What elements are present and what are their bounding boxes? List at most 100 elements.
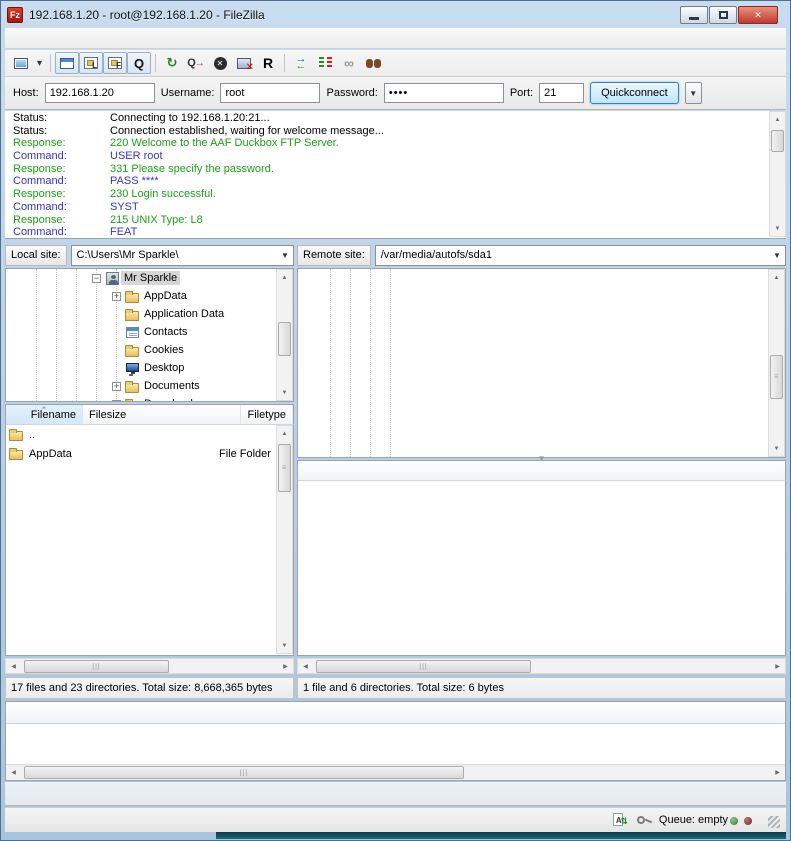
scrollbar-thumb[interactable]: ≡ — [278, 444, 291, 492]
tree-item-label: Downloads — [141, 397, 201, 402]
sync-browsing-icon[interactable] — [337, 52, 361, 74]
scroll-right-icon[interactable]: ▶ — [770, 659, 785, 674]
menu-item[interactable] — [11, 35, 27, 41]
expander-icon[interactable]: − — [92, 274, 101, 283]
local-list-vertical-scrollbar[interactable]: ▲ ▼ ≡ — [276, 425, 293, 654]
toolbar-separator[interactable] — [46, 52, 55, 74]
remote-site-combobox[interactable]: /var/media/autofs/sda1 ▼ — [375, 245, 786, 266]
titlebar[interactable]: Fz 192.168.1.20 - root@192.168.1.20 - Fi… — [3, 3, 788, 27]
remote-treeview-icon[interactable] — [103, 52, 127, 74]
message-log-icon[interactable] — [55, 52, 79, 74]
scroll-up-icon[interactable]: ▲ — [277, 426, 292, 441]
username-input[interactable] — [220, 83, 320, 103]
scroll-left-icon[interactable]: ◀ — [6, 765, 21, 780]
local-pane: Local site: C:\Users\Mr Sparkle\ ▼ − Mr … — [5, 243, 294, 699]
find-files-icon[interactable] — [361, 52, 385, 74]
folder-icon — [9, 446, 25, 461]
maximize-icon — [719, 11, 728, 19]
host-input[interactable] — [45, 83, 155, 103]
chevron-down-icon[interactable]: ▼ — [769, 246, 785, 265]
folder-icon — [125, 289, 141, 304]
local-treeview-icon[interactable] — [79, 52, 103, 74]
column-header[interactable]: Filesize — [83, 405, 241, 424]
remote-status-text: 1 file and 6 directories. Total size: 6 … — [297, 677, 786, 699]
log-entry-type: Status: — [5, 125, 110, 138]
downloads-icon — [125, 397, 141, 403]
reconnect-icon[interactable] — [256, 52, 280, 74]
cancel-icon[interactable] — [208, 52, 232, 74]
menu-item[interactable] — [27, 35, 43, 41]
chevron-down-icon[interactable]: ▼ — [277, 246, 293, 265]
tree-item[interactable]: Cookies — [6, 341, 293, 359]
scrollbar-thumb[interactable]: ≡ — [770, 355, 783, 399]
log-vertical-scrollbar[interactable]: ▲ ▼ — [769, 111, 786, 237]
remote-tree-vertical-scrollbar[interactable]: ▲ ▼ ≡ — [768, 269, 785, 457]
scroll-up-icon[interactable]: ▲ — [770, 112, 785, 127]
scrollbar-thumb[interactable] — [771, 130, 784, 152]
site-manager-icon[interactable] — [9, 52, 33, 74]
menu-item[interactable] — [91, 35, 107, 41]
local-site-combobox[interactable]: C:\Users\Mr Sparkle\ ▼ — [71, 245, 294, 266]
port-input[interactable] — [539, 83, 584, 103]
scrollbar-thumb[interactable] — [278, 322, 291, 356]
menu-item[interactable] — [59, 35, 75, 41]
AppData-icon[interactable]: AppData File Folder — [6, 444, 293, 463]
..-icon[interactable]: .. — [6, 425, 293, 444]
remote-site-label: Remote site: — [297, 245, 371, 266]
menu-item[interactable] — [107, 35, 123, 41]
menu-item[interactable] — [123, 35, 139, 41]
scroll-right-icon[interactable]: ▶ — [770, 765, 785, 780]
site-manager-dropdown-icon[interactable] — [33, 52, 46, 74]
scroll-down-icon[interactable]: ▼ — [770, 221, 785, 236]
tree-item[interactable]: + Documents — [6, 377, 293, 395]
scroll-left-icon[interactable]: ◀ — [298, 659, 313, 674]
local-tree-vertical-scrollbar[interactable]: ▲ ▼ — [276, 269, 293, 401]
process-queue-icon[interactable] — [184, 52, 208, 74]
expander-icon[interactable]: + — [112, 382, 121, 391]
remote-directory-tree: ▲ ▼ ≡ — [297, 268, 786, 458]
tree-item[interactable]: + Downloads — [6, 395, 293, 402]
tree-item[interactable]: − Mr Sparkle — [6, 269, 293, 287]
scroll-down-icon[interactable]: ▼ — [277, 385, 292, 400]
maximize-button[interactable] — [709, 6, 737, 24]
scroll-down-icon[interactable]: ▼ — [277, 638, 292, 653]
tree-item[interactable]: Application Data — [6, 305, 293, 323]
toolbar-separator[interactable] — [151, 52, 160, 74]
close-button[interactable]: ✕ — [738, 6, 778, 24]
menu-item[interactable] — [43, 35, 59, 41]
log-entry: Status: Connection established, waiting … — [5, 125, 768, 138]
remote-horizontal-scrollbar[interactable]: ◀ ▶ ||| — [297, 658, 786, 674]
scrollbar-thumb[interactable]: ||| — [316, 660, 531, 673]
scroll-right-icon[interactable]: ▶ — [278, 659, 293, 674]
tree-item[interactable]: Contacts — [6, 323, 293, 341]
scrollbar-thumb[interactable]: ||| — [24, 660, 169, 673]
queue-horizontal-scrollbar[interactable]: ◀ ▶ ||| — [6, 764, 785, 780]
resize-grip[interactable] — [768, 816, 780, 828]
scroll-down-icon[interactable]: ▼ — [769, 441, 784, 456]
dir-compare-icon[interactable] — [313, 52, 337, 74]
compare-icon[interactable] — [289, 52, 313, 74]
column-header[interactable]: Filename — [6, 405, 83, 424]
password-input[interactable] — [384, 83, 504, 103]
column-header[interactable]: Filetype — [241, 405, 293, 424]
scroll-up-icon[interactable]: ▲ — [277, 270, 292, 285]
tree-item[interactable]: + AppData — [6, 287, 293, 305]
tree-item-label: Documents — [141, 379, 203, 393]
scroll-left-icon[interactable]: ◀ — [6, 659, 21, 674]
toolbar-separator[interactable] — [280, 52, 289, 74]
minimize-button[interactable] — [680, 6, 708, 24]
menu-item[interactable] — [75, 35, 91, 41]
local-horizontal-scrollbar[interactable]: ◀ ▶ ||| — [5, 658, 294, 674]
tree-item[interactable]: Desktop — [6, 359, 293, 377]
expander-icon[interactable]: + — [112, 292, 121, 301]
quickconnect-button[interactable]: Quickconnect — [590, 82, 679, 104]
queue-body[interactable] — [6, 724, 785, 763]
scrollbar-thumb[interactable]: ||| — [24, 766, 464, 779]
queue-tabs — [5, 782, 786, 806]
queue-view-icon[interactable] — [127, 52, 151, 74]
refresh-icon[interactable] — [160, 52, 184, 74]
expander-icon[interactable]: + — [112, 400, 121, 403]
disconnect-icon[interactable] — [232, 52, 256, 74]
scroll-up-icon[interactable]: ▲ — [769, 270, 784, 285]
quickconnect-dropdown-button[interactable]: ▼ — [685, 82, 702, 104]
